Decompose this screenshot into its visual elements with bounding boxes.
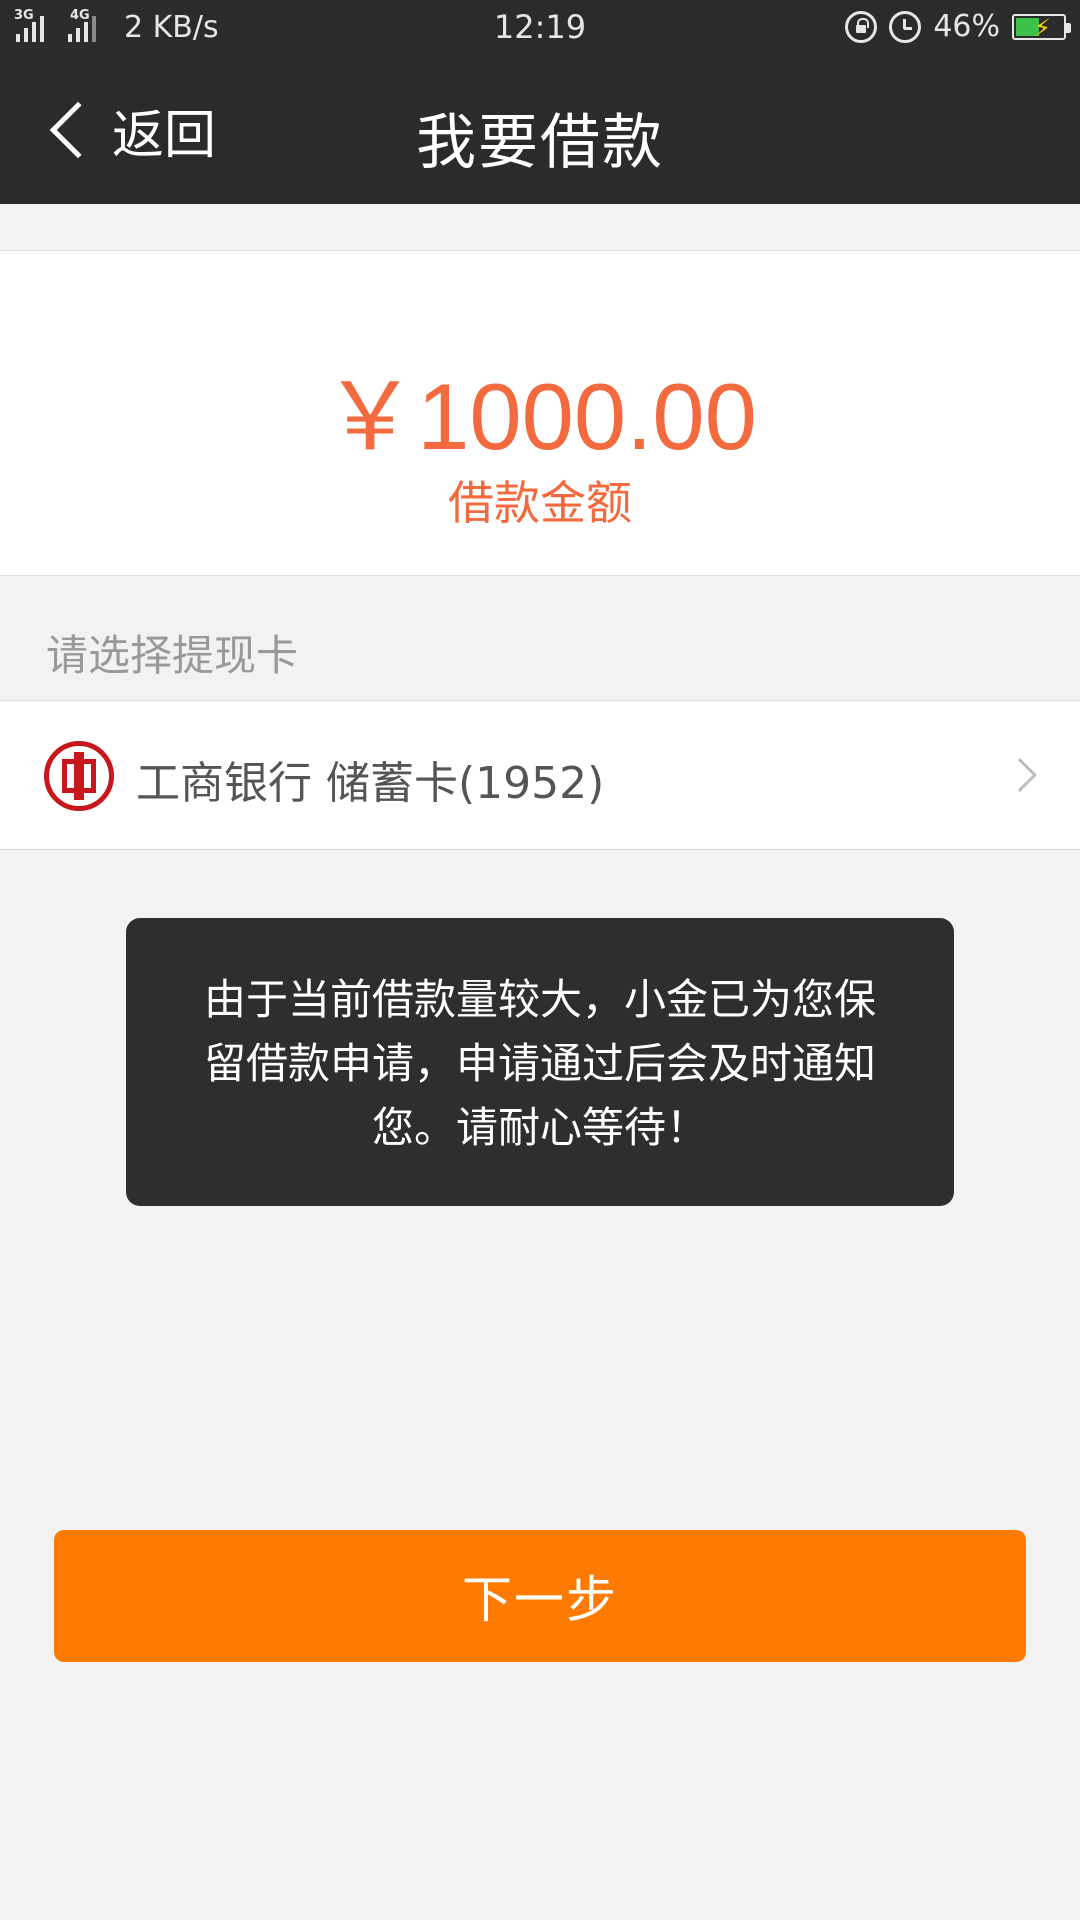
battery-percent: 46% (933, 9, 1000, 44)
withdraw-section-label: 请选择提现卡 (46, 631, 299, 680)
toast-text: 由于当前借款量较大，小金已为您保留借款申请，申请通过后会及时通知您。请耐心等待！ (203, 975, 876, 1152)
loan-amount: ￥1000.00 (323, 364, 757, 469)
chevron-right-icon (1003, 758, 1037, 792)
battery-charging-icon: ⚡ (1012, 13, 1071, 42)
amount-card: ￥1000.00 借款金额 (0, 250, 1080, 576)
lock-rotation-icon (845, 10, 878, 43)
next-step-label: 下一步 (462, 1571, 618, 1629)
alarm-icon (889, 10, 922, 43)
toast-message: 由于当前借款量较大，小金已为您保留借款申请，申请通过后会及时通知您。请耐心等待！ (126, 918, 954, 1206)
loan-amount-label: 借款金额 (448, 476, 632, 530)
title-bar: 返回 我要借款 (0, 56, 1080, 204)
status-bar: 3G 4G 2 KB/s 12:19 46% ⚡ (0, 0, 1080, 56)
app-root: 3G 4G 2 KB/s 12:19 46% ⚡ 返回 我要借款 ￥1000.0… (0, 0, 1080, 1920)
card-name: 工商银行 储蓄卡(1952) (136, 758, 605, 809)
page-title: 我要借款 (416, 108, 664, 178)
icbc-logo-icon (44, 741, 114, 811)
withdraw-card-selector[interactable]: 工商银行 储蓄卡(1952) (0, 700, 1080, 850)
status-right: 46% ⚡ (845, 9, 1071, 44)
next-step-button[interactable]: 下一步 (54, 1530, 1026, 1662)
